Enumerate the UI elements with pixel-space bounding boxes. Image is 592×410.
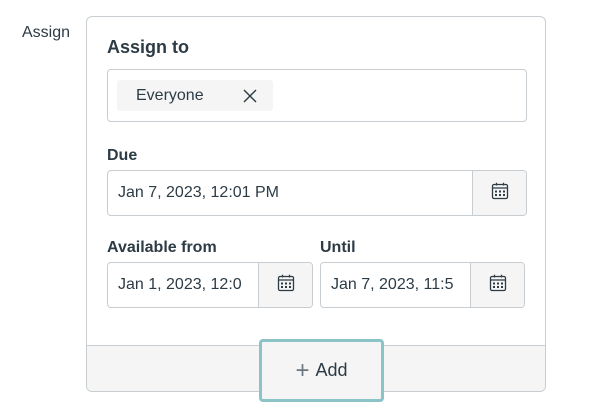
until-input[interactable]: [321, 263, 471, 307]
due-date-field: [107, 170, 527, 216]
assign-to-heading: Assign to: [107, 37, 190, 57]
available-from-label: Available from: [107, 239, 217, 256]
until-label: Until: [320, 239, 356, 256]
until-field: [320, 262, 525, 308]
due-date-input[interactable]: [108, 171, 474, 215]
plus-icon: +: [295, 356, 310, 384]
until-picker-button[interactable]: [470, 263, 524, 307]
assign-card: Assign to Everyone Due Jan 7, 2023, 12:0…: [86, 16, 546, 392]
available-from-picker-button[interactable]: [258, 263, 312, 307]
due-label: Due: [107, 147, 138, 164]
due-date-picker-button[interactable]: [472, 171, 526, 215]
add-assignment-button[interactable]: + Add: [259, 339, 384, 402]
assign-section-label: Assign: [22, 24, 71, 41]
assignee-chip-everyone[interactable]: Everyone: [117, 80, 273, 111]
calendar-icon: [490, 181, 510, 206]
calendar-icon: [488, 273, 508, 298]
assignee-chip-label: Everyone: [136, 86, 204, 104]
add-button-label: Add: [315, 360, 348, 380]
available-from-input[interactable]: [108, 263, 258, 307]
calendar-icon: [276, 273, 296, 298]
available-from-field: [107, 262, 313, 308]
assign-to-input[interactable]: Everyone: [107, 69, 527, 122]
close-icon[interactable]: [241, 87, 259, 105]
